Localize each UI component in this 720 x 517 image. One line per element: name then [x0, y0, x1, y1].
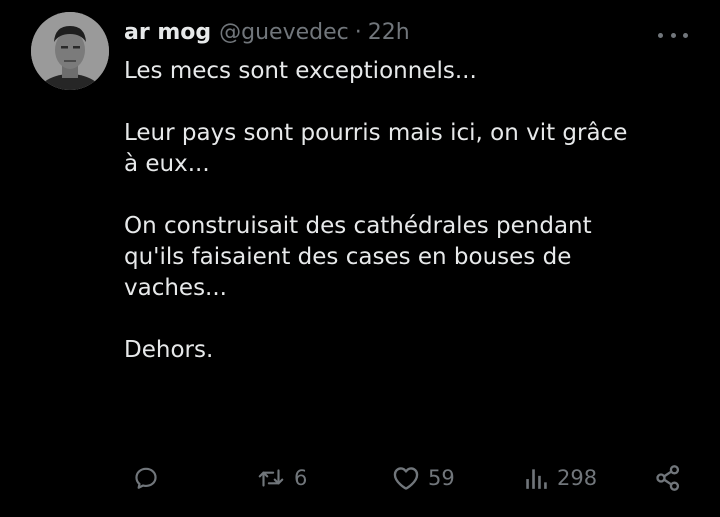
- action-bar: 6 59 298: [0, 458, 720, 498]
- more-icon[interactable]: [658, 30, 688, 40]
- more-dot: [683, 32, 688, 38]
- views-button[interactable]: 298: [523, 458, 597, 498]
- reply-button[interactable]: [133, 458, 159, 498]
- timestamp[interactable]: 22h: [368, 18, 410, 48]
- author-name[interactable]: ar mog: [124, 18, 211, 48]
- tweet-paragraph: Leur pays sont pourris mais ici, on vit …: [124, 118, 694, 180]
- like-count: 59: [428, 466, 455, 490]
- retweet-button[interactable]: 6: [256, 458, 307, 498]
- heart-icon: [393, 467, 419, 490]
- views-icon: [526, 469, 547, 489]
- like-button[interactable]: 59: [392, 458, 455, 498]
- tweet-line: Dehors.: [124, 337, 214, 363]
- avatar-photo: [31, 12, 109, 90]
- share-icon: [656, 465, 680, 491]
- retweet-icon: [258, 469, 284, 487]
- separator-dot: ·: [354, 20, 362, 45]
- avatar[interactable]: [31, 12, 109, 90]
- tweet-line: qu'ils faisaient des cases en bouses de: [124, 244, 572, 270]
- tweet-line: On construisait des cathédrales pendant: [124, 213, 592, 239]
- tweet-line: Leur pays sont pourris mais ici, on vit …: [124, 120, 628, 146]
- more-dot: [658, 32, 663, 38]
- tweet[interactable]: ar mog @guevedec · 22h Les mecs sont exc…: [0, 0, 720, 517]
- tweet-text: Les mecs sont exceptionnels... Leur pays…: [124, 56, 694, 366]
- author-handle[interactable]: @guevedec: [219, 18, 349, 48]
- more-dot: [670, 32, 676, 38]
- tweet-paragraph: On construisait des cathédrales pendant …: [124, 211, 694, 304]
- tweet-paragraph: Les mecs sont exceptionnels...: [124, 56, 694, 87]
- tweet-line: vaches...: [124, 275, 227, 301]
- tweet-header: ar mog @guevedec · 22h: [124, 18, 410, 48]
- tweet-line: à eux...: [124, 151, 210, 177]
- retweet-count: 6: [294, 466, 308, 490]
- share-button[interactable]: [654, 458, 682, 498]
- reply-icon: [135, 467, 157, 489]
- tweet-line: Les mecs sont exceptionnels...: [124, 58, 477, 84]
- views-count: 298: [557, 466, 598, 490]
- tweet-paragraph: Dehors.: [124, 335, 694, 366]
